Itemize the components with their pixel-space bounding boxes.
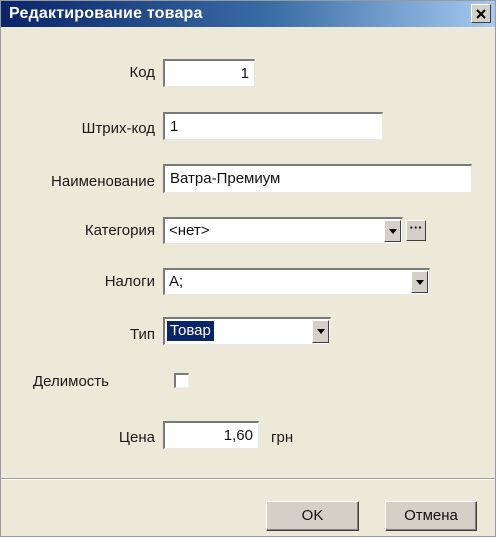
taxes-dropdown-button[interactable] (411, 271, 428, 293)
category-dropdown-button[interactable] (384, 220, 401, 242)
divider (1, 478, 495, 480)
category-value: <нет> (169, 222, 210, 239)
name-label: Наименование (51, 173, 155, 190)
type-select[interactable]: Товар (163, 317, 331, 345)
price-unit: грн (271, 429, 294, 446)
category-select[interactable]: <нет> (163, 217, 403, 244)
taxes-select[interactable]: А; (163, 268, 430, 295)
edit-product-dialog: Редактирование товара Код 1 Штрих-код 1 … (0, 0, 496, 537)
type-dropdown-button[interactable] (312, 320, 329, 343)
name-field[interactable]: Ватра-Премиум (163, 164, 472, 193)
close-button[interactable] (471, 4, 491, 23)
code-label: Код (129, 64, 155, 81)
type-value: Товар (167, 321, 214, 341)
window-title: Редактирование товара (9, 5, 203, 22)
price-label: Цена (118, 429, 155, 446)
ok-button[interactable]: OK (266, 501, 359, 531)
chevron-down-icon (388, 228, 397, 234)
type-label: Тип (129, 326, 155, 343)
chevron-down-icon (316, 329, 325, 334)
category-browse-button[interactable]: ··· (406, 220, 426, 241)
cancel-button[interactable]: Отмена (385, 501, 477, 531)
chevron-down-icon (415, 279, 424, 285)
divisible-label: Делимость (33, 373, 109, 390)
close-icon (476, 8, 486, 19)
taxes-value: А; (169, 273, 184, 290)
category-label: Категория (84, 222, 155, 239)
divisible-checkbox[interactable] (174, 373, 189, 388)
price-field[interactable]: 1,60 (163, 421, 259, 449)
title-bar[interactable]: Редактирование товара (1, 1, 495, 27)
barcode-label: Штрих-код (81, 120, 155, 137)
taxes-label: Налоги (104, 273, 155, 290)
barcode-field[interactable]: 1 (163, 112, 383, 140)
code-field[interactable]: 1 (163, 59, 255, 87)
